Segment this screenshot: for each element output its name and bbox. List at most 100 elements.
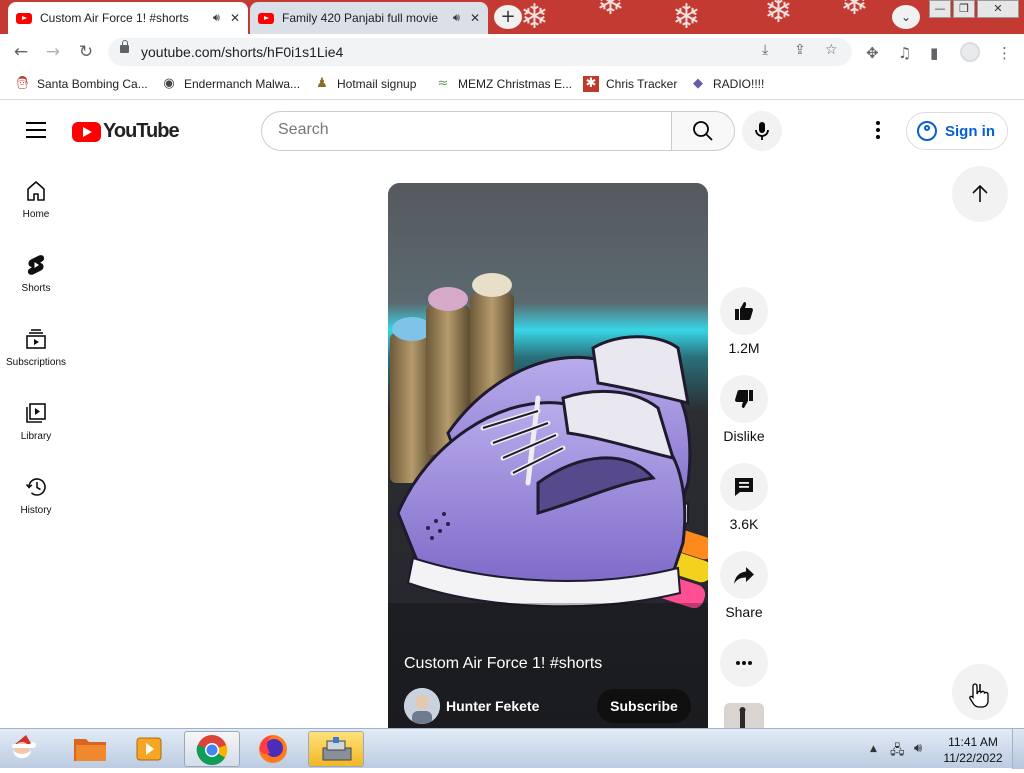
profile-avatar[interactable] [960,42,980,62]
hamburger-menu-icon[interactable] [26,122,46,138]
snowflake-decoration: ❄ [764,0,793,31]
shorts-icon [27,255,45,275]
bookmark-radio[interactable]: ◆ RADIO!!!! [690,76,764,92]
channel-avatar[interactable] [404,688,440,724]
system-clock[interactable]: 11:41 AM 11/22/2022 [936,734,1010,766]
volume-icon[interactable]: 🔊︎ [914,741,922,756]
guide-library[interactable]: Library [0,402,72,476]
bookmark-label: MEMZ Christmas E... [458,77,573,91]
windows-taskbar: ▲ 🖧︎ 🔊︎ 11:41 AM 11/22/2022 [0,728,1024,769]
tab-search-chevron-icon[interactable]: ⌄ [892,5,920,29]
tab-family-420[interactable]: Family 420 Panjabi full movie 🔊︎ ✕ [250,2,488,34]
bookmark-label: RADIO!!!! [713,77,765,91]
reload-button[interactable]: ↻ [74,40,98,64]
extensions-icon[interactable]: ✥ [866,44,879,62]
tab-close-icon[interactable]: ✕ [230,11,240,25]
chrome-icon [196,735,228,766]
share-button[interactable] [720,551,768,599]
shorts-video-player[interactable]: Custom Air Force 1! #shorts Hunter Feket… [388,183,708,728]
youtube-favicon-icon [16,12,32,24]
bookmark-endermanch[interactable]: ◉ Endermanch Malwa... [161,76,300,92]
install-app-icon[interactable]: ⤓ [762,42,768,58]
channel-avatar-image [404,688,440,724]
subscribe-button[interactable]: Subscribe [597,689,691,723]
minimize-window-button[interactable]: — [929,0,951,18]
youtube-wordmark: YouTube [103,120,180,142]
previous-short-button[interactable] [952,166,1008,222]
sign-in-label: Sign in [945,122,995,140]
clock-time: 11:41 AM [948,735,998,749]
clock-date: 11/22/2022 [943,751,1003,765]
close-window-button[interactable]: ✕ [977,0,1019,18]
bookmark-santa-bombing[interactable]: 🎅︎ Santa Bombing Ca... [14,76,148,92]
sound-thumbnail[interactable] [724,703,764,728]
sign-in-button[interactable]: Sign in [906,112,1008,150]
youtube-masthead: YouTube Sign in [0,101,1024,159]
thumbs-up-icon [735,302,753,320]
bookmark-hotmail[interactable]: ♟ Hotmail signup [314,76,416,92]
side-panel-icon[interactable]: ▮ [930,44,938,62]
show-hidden-icons-icon[interactable]: ▲ [870,744,877,754]
more-actions-button[interactable] [720,639,768,687]
subscriptions-icon [26,329,46,349]
snowflake-decoration: ❄ [596,0,625,23]
dislike-button[interactable] [720,375,768,423]
guide-history[interactable]: History [0,476,72,550]
search-input[interactable] [278,121,658,139]
next-short-button[interactable] [952,664,1008,720]
forward-button[interactable]: → [41,40,65,64]
taskbar-chrome[interactable] [184,731,240,767]
santa-icon: 🎅︎ [14,76,31,91]
browser-menu-icon[interactable]: ⋮ [997,44,1012,62]
tab-close-icon[interactable]: ✕ [470,11,480,25]
diamond-icon: ◆ [693,76,703,91]
tab-title: Custom Air Force 1! #shorts [40,11,189,25]
channel-name[interactable]: Hunter Fekete [446,698,539,714]
bookmark-star-icon[interactable]: ☆ [825,42,838,58]
search-button[interactable] [671,111,735,151]
start-button[interactable] [0,731,56,767]
network-icon[interactable]: 🖧︎ [890,741,905,763]
guide-home[interactable]: Home [0,180,72,254]
bookmark-label: Santa Bombing Ca... [37,77,148,91]
nyan-icon: ≈ [437,76,449,91]
youtube-logo[interactable]: YouTube [72,120,180,143]
guide-label: Library [20,431,52,442]
tab-audio-icon[interactable]: 🔊︎ [213,11,220,25]
guide-shorts[interactable]: Shorts [0,254,72,328]
show-desktop-button[interactable] [1012,729,1024,769]
raccoon-icon: ◉ [163,76,175,91]
tab-audio-icon[interactable]: 🔊︎ [453,11,460,25]
taskbar-media-player[interactable] [122,731,178,767]
tab-custom-air-force[interactable]: Custom Air Force 1! #shorts 🔊︎ ✕ [8,2,248,34]
media-control-icon[interactable]: ♫ [898,44,911,62]
bookmark-memz[interactable]: ≈ MEMZ Christmas E... [435,76,572,92]
home-icon [27,181,45,201]
restore-window-button[interactable]: ❐ [953,0,975,18]
comment-icon [735,478,753,496]
new-tab-button[interactable]: + [494,5,522,29]
back-button[interactable]: ← [9,40,33,64]
url-text[interactable]: youtube.com/shorts/hF0i1s1Lie4 [141,44,343,60]
like-button[interactable] [720,287,768,335]
taskbar-file-explorer[interactable] [62,731,118,767]
history-icon [26,478,46,496]
comment-count: 3.6K [729,516,759,532]
voice-search-button[interactable] [742,111,782,151]
youtube-favicon-icon [258,12,274,24]
guide-subscriptions[interactable]: Subscriptions [0,328,72,402]
address-bar[interactable]: youtube.com/shorts/hF0i1s1Lie4 ⤓ ⇪ ☆ [108,38,852,66]
share-icon[interactable]: ⇪ [794,42,806,58]
like-count: 1.2M [728,340,760,356]
video-frame-sneaker [388,183,708,728]
comments-button[interactable] [720,463,768,511]
share-arrow-icon [734,567,754,584]
settings-more-icon[interactable] [866,119,890,143]
browser-toolbar: ← → ↻ youtube.com/shorts/hF0i1s1Lie4 ⤓ ⇪… [0,34,1024,70]
short-title: Custom Air Force 1! #shorts [404,655,603,672]
taskbar-firefox[interactable] [246,731,302,767]
bookmark-chris-tracker[interactable]: ✱ Chris Tracker [583,76,677,92]
bookmark-label: Chris Tracker [606,77,678,91]
taskbar-installer[interactable] [308,731,364,767]
thumbs-down-icon [735,390,753,408]
